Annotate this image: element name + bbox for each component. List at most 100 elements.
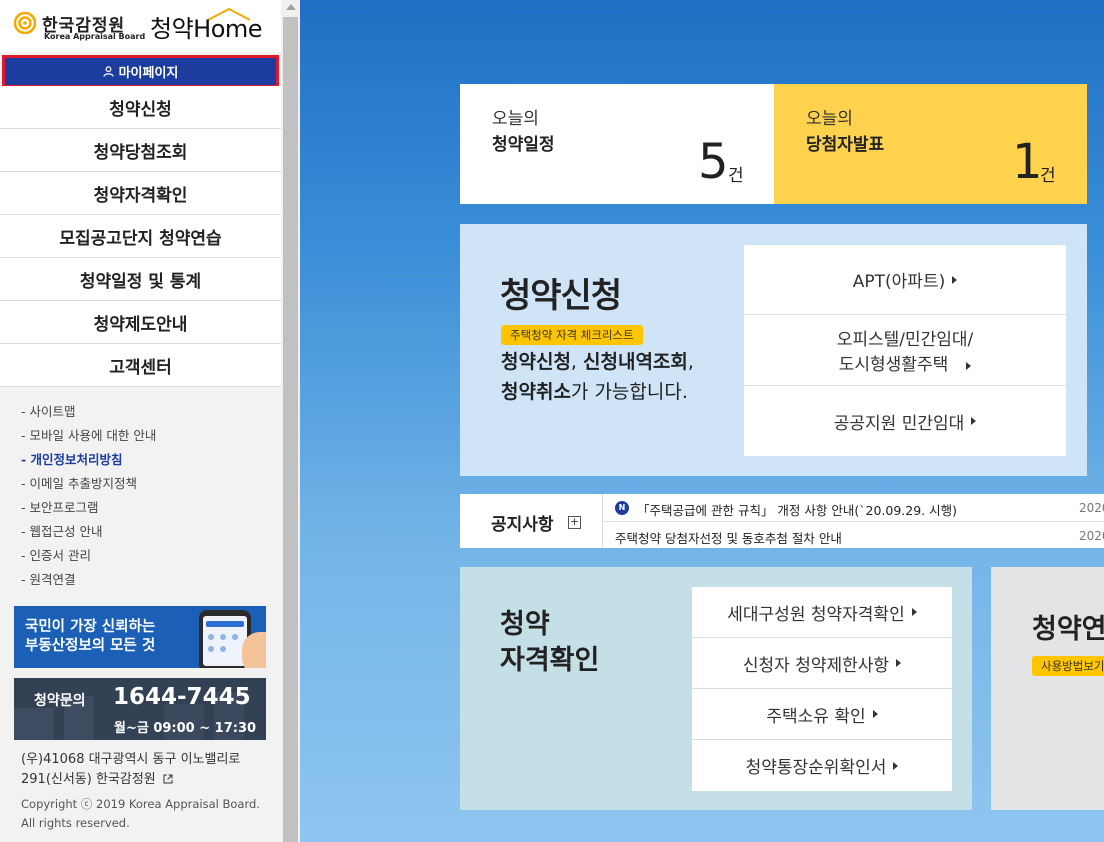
sidebar-scrollbar[interactable] [281,0,300,842]
arrow-right-icon [966,362,972,370]
notice-item-date: 2020 [1079,501,1104,515]
apply-link-officetel[interactable]: 오피스텔/민간임대/ 도시형생활주택 [744,315,1066,386]
phone-app-dot [232,634,238,640]
notice-list: N 「주택공급에 관한 규칙」 개정 사항 안내(`20.09.29. 시행) … [602,494,1104,548]
desc-sep-2: , [687,351,694,373]
today-schedule-card[interactable]: 오늘의 청약일정 5 건 [460,84,774,204]
scroll-up-arrow-icon[interactable] [286,4,296,10]
notice-title: 공지사항 [491,515,554,535]
qualification-title-line2: 자격확인 [500,645,600,676]
contact-phone: 1644-7445 [113,684,251,710]
how-to-use-badge[interactable]: 사용방법보기 [1032,656,1104,676]
apply-link-public-rental-label: 공공지원 민간임대 [833,413,965,434]
apply-title: 청약신청 [500,276,622,316]
today-schedule-line1: 오늘의 [492,109,539,129]
hand-illustration [242,632,266,668]
notice-bar: 공지사항 + N 「주택공급에 관한 규칙」 개정 사항 안내(`20.09.2… [460,494,1104,548]
arrow-right-icon [896,659,902,667]
qualification-title-line1: 청약 [500,609,550,640]
apply-link-list: APT(아파트) 오피스텔/민간임대/ 도시형생활주택 공공지원 민간임대 [744,245,1066,456]
desc-bold-history: 신청내역조회 [583,351,688,373]
notice-item[interactable]: 주택청약 당첨자선정 및 동호추첨 절차 안내 2020 [603,521,1104,548]
today-winners-card[interactable]: 오늘의 당첨자발표 1 건 [774,84,1087,204]
apply-link-officetel-text: 오피스텔/민간임대/ 도시형생활주택 [837,325,974,375]
logo-english-text: Korea Appraisal Board [44,32,146,41]
phone-app-dot [208,646,214,652]
link-security-program[interactable]: - 보안프로그램 [21,496,156,520]
checklist-badge[interactable]: 주택청약 자격 체크리스트 [501,325,643,345]
practice-title: 청약연 [1032,614,1104,645]
link-mobile-guide[interactable]: - 모바일 사용에 대한 안내 [21,424,156,448]
banner-line-1: 국민이 가장 신뢰하는 [25,619,156,635]
apply-link-apt-label: APT(아파트) [852,272,946,292]
notice-item-text: 주택청약 당첨자선정 및 동호추첨 절차 안내 [615,531,842,546]
new-badge-icon: N [615,501,629,515]
arrow-right-icon [911,608,917,616]
today-schedule-unit: 건 [728,166,744,186]
apply-link-public-rental[interactable]: 공공지원 민간임대 [744,386,1066,456]
today-winners-count: 1 [1012,134,1043,190]
notice-more-plus-icon[interactable]: + [568,516,581,529]
main-menu: 청약신청 청약당첨조회 청약자격확인 모집공고단지 청약연습 청약일정 및 통계… [0,86,281,387]
mypage-button[interactable]: 마이페이지 [2,55,279,88]
notice-item-date: 2020 [1079,529,1104,543]
link-remote[interactable]: - 원격연결 [21,568,156,592]
link-privacy-policy[interactable]: - 개인정보처리방침 [21,448,156,472]
address-line-1: (우)41068 대구광역시 동구 이노밸리로 [21,752,241,767]
arrow-right-icon [971,417,977,425]
qualification-link-list: 세대구성원 청약자격확인 신청자 청약제한사항 주택소유 확인 청약통장순위확인… [692,587,952,791]
address: (우)41068 대구광역시 동구 이노밸리로 291(신서동) 한국감정원 [21,750,240,790]
qual-link-household[interactable]: 세대구성원 청약자격확인 [692,587,952,638]
today-winners-line1: 오늘의 [806,109,853,129]
menu-item-qualification[interactable]: 청약자격확인 [0,172,281,215]
notice-item[interactable]: N 「주택공급에 관한 규칙」 개정 사항 안내(`20.09.29. 시행) … [603,494,1104,521]
external-link-icon[interactable] [163,774,173,784]
qualification-title: 청약 자격확인 [500,607,599,679]
menu-item-system-guide[interactable]: 청약제도안내 [0,301,281,344]
banner-text: 국민이 가장 신뢰하는 부동산정보의 모든 것 [25,618,155,656]
today-schedule-count: 5 [698,134,729,190]
qualification-section: 청약 자격확인 세대구성원 청약자격확인 신청자 청약제한사항 주택소유 확인 … [460,567,972,810]
menu-item-winner-lookup[interactable]: 청약당첨조회 [0,129,281,172]
user-icon [102,66,114,77]
apply-link-officetel-line1: 오피스텔/민간임대/ [836,330,974,350]
qual-link-rank-certificate-label: 청약통장순위확인서 [745,758,887,778]
menu-item-apply[interactable]: 청약신청 [0,86,281,129]
arrow-right-icon [952,275,958,284]
link-email-policy[interactable]: - 이메일 추출방지정책 [21,472,156,496]
banner-line-2: 부동산정보의 모든 것 [25,638,156,654]
link-certificate[interactable]: - 인증서 관리 [21,544,156,568]
copyright: Copyright ⓒ 2019 Korea Appraisal Board. … [21,795,260,833]
today-winners-unit: 건 [1040,166,1056,186]
apply-section: 청약신청 주택청약 자격 체크리스트 청약신청, 신청내역조회, 청약취소가 가… [460,224,1087,476]
kab-logo-icon [14,12,36,34]
qual-link-ownership-label: 주택소유 확인 [766,706,866,727]
desc-tail: 가 가능합니다. [570,381,688,403]
arrow-right-icon [893,761,899,770]
apply-link-apt[interactable]: APT(아파트) [744,245,1066,315]
main-content: 오늘의 청약일정 5 건 오늘의 당첨자발표 1 건 청약신청 주택청약 자격 … [300,0,1104,842]
qual-link-restrictions-label: 신청자 청약제한사항 [742,655,890,676]
real-estate-banner[interactable]: 국민이 가장 신뢰하는 부동산정보의 모든 것 [14,606,266,668]
link-accessibility[interactable]: - 웹접근성 안내 [21,520,156,544]
link-sitemap[interactable]: - 사이트맵 [21,400,156,424]
desc-bold-cancel: 청약취소 [501,381,571,403]
qual-link-rank-certificate[interactable]: 청약통장순위확인서 [692,740,952,791]
desc-sep-1: , [570,351,584,373]
today-schedule-line2: 청약일정 [492,135,555,155]
menu-item-schedule-stats[interactable]: 청약일정 및 통계 [0,258,281,301]
menu-item-practice[interactable]: 모집공고단지 청약연습 [0,215,281,258]
footer-links: - 사이트맵 - 모바일 사용에 대한 안내 - 개인정보처리방침 - 이메일 … [21,400,156,592]
qual-link-restrictions[interactable]: 신청자 청약제한사항 [692,638,952,689]
contact-label: 청약문의 [34,693,86,709]
apply-description: 청약신청, 신청내역조회, 청약취소가 가능합니다. [501,347,694,407]
phone-app-dot [220,646,226,652]
menu-item-customer-center[interactable]: 고객센터 [0,344,281,387]
qual-link-ownership[interactable]: 주택소유 확인 [692,689,952,740]
apply-link-officetel-line2: 도시형생활주택 [838,355,949,375]
phone-app-dot [208,634,214,640]
site-logo[interactable]: 한국감정원 Korea Appraisal Board 청약Home [0,0,281,52]
notice-item-text: 「주택공급에 관한 규칙」 개정 사항 안내(`20.09.29. 시행) [637,503,957,518]
scrollbar-thumb[interactable] [283,17,298,842]
contact-banner: 청약문의 1644-7445 월~금 09:00 ~ 17:30 [14,678,266,740]
